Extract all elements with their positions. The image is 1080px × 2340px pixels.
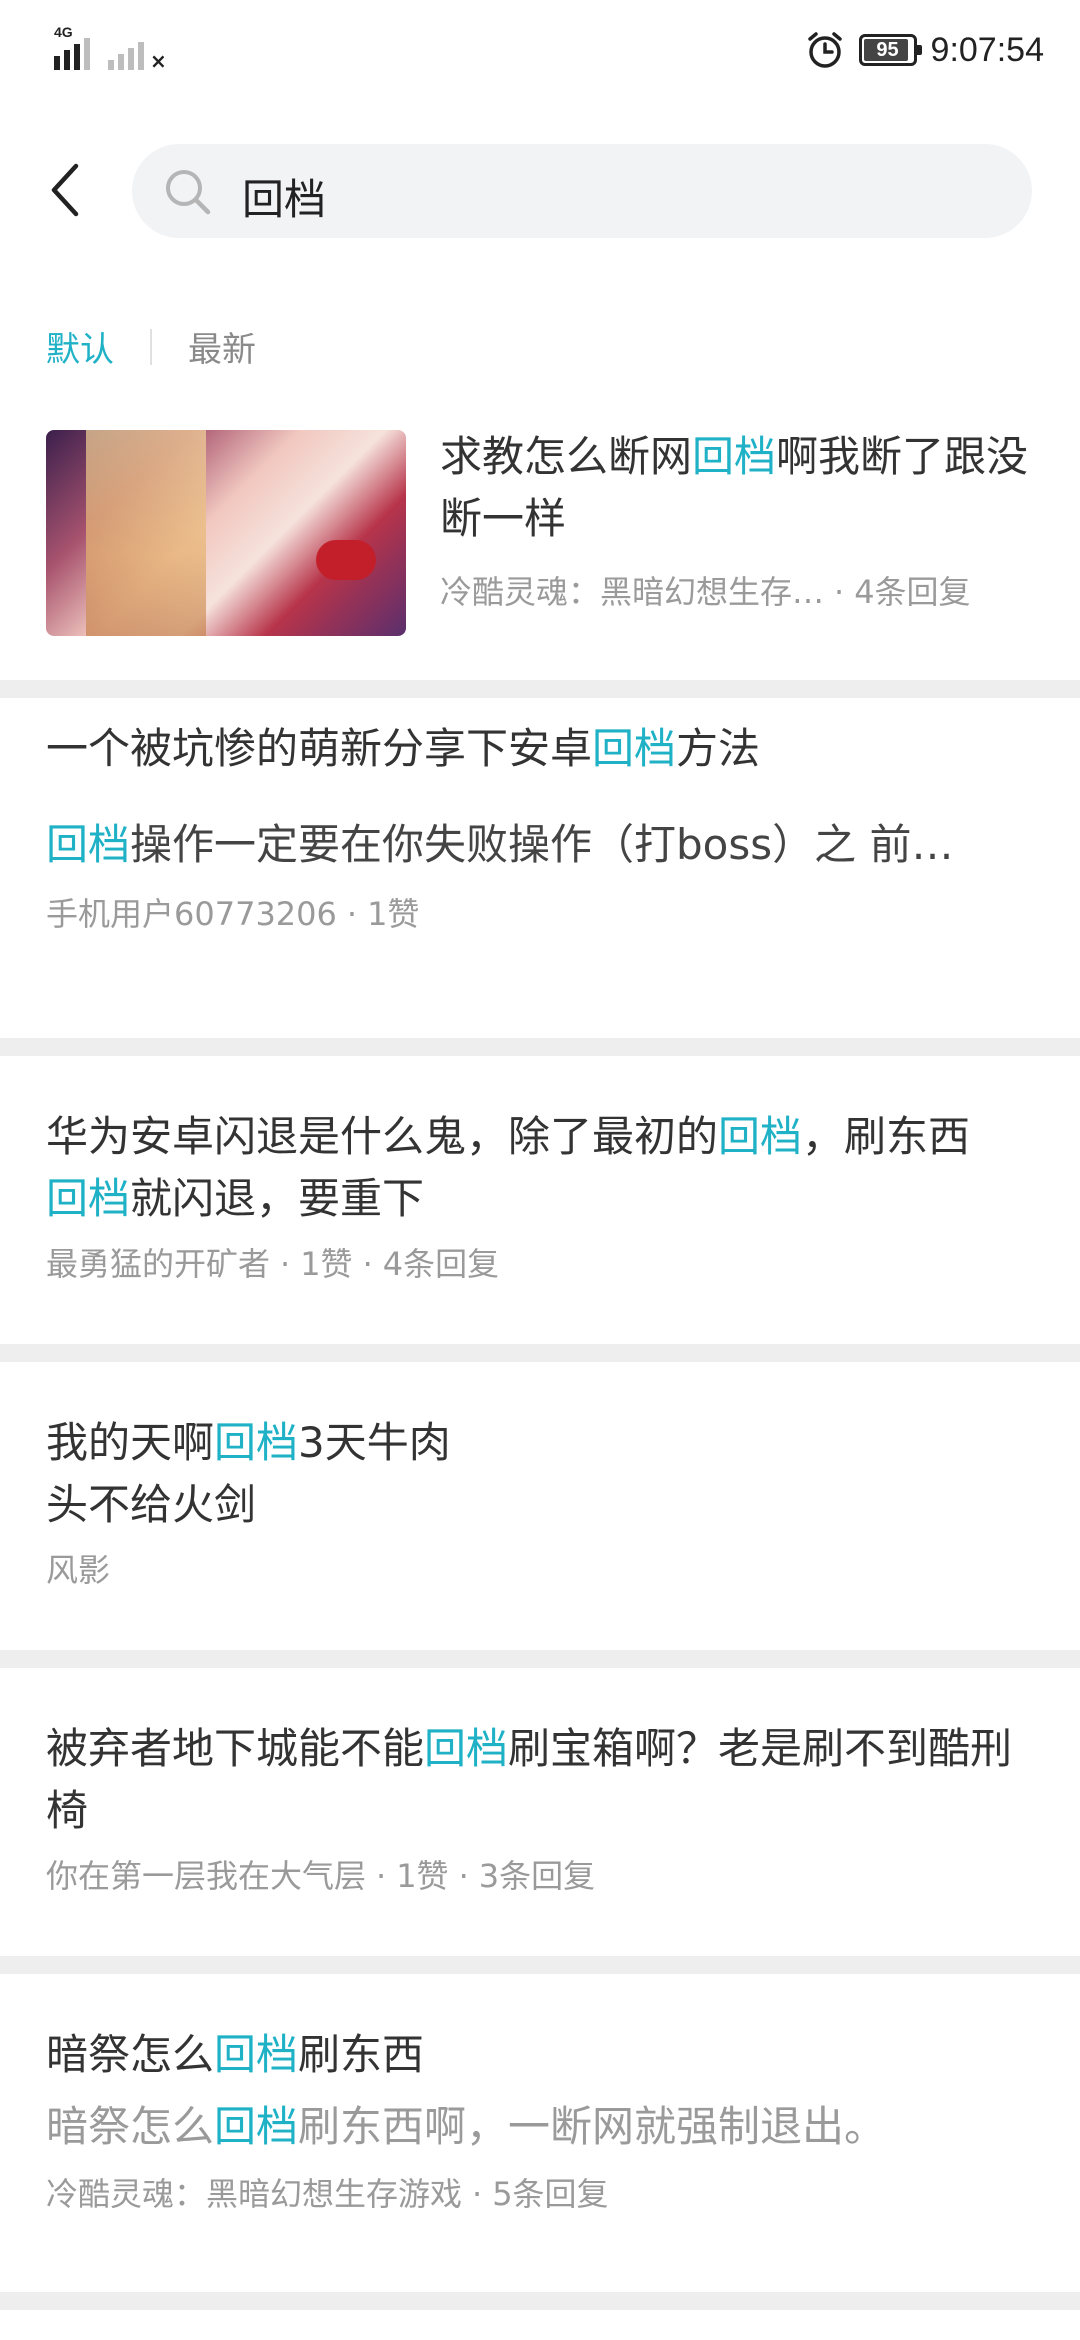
post-meta: 最勇猛的开矿者 · 1赞 · 4条回复 bbox=[46, 1245, 500, 1283]
post-thumbnail bbox=[46, 430, 406, 636]
divider bbox=[0, 680, 1080, 698]
alarm-icon bbox=[807, 32, 842, 68]
search-header: 回档 bbox=[0, 140, 1080, 240]
search-icon bbox=[166, 170, 211, 215]
clock: 9:07:54 bbox=[930, 30, 1044, 69]
post-meta: 风影 bbox=[46, 1551, 111, 1589]
back-button[interactable] bbox=[40, 158, 96, 222]
back-arrow-icon bbox=[51, 163, 79, 217]
post-meta: 冷酷灵魂：黑暗幻想生存… · 4条回复 bbox=[440, 573, 971, 611]
post-title: 暗祭怎么回档刷东西 bbox=[46, 2030, 425, 2079]
list-item[interactable]: 华为安卓闪退是什么鬼，除了最初的回档，刷东西 回档就闪退，要重下 最勇猛的开矿者 ·… bbox=[0, 1056, 1080, 1344]
list-item[interactable]: 一个被坑惨的萌新分享下安卓回档方法 回档操作一定要在你失败操作（打boss）之 … bbox=[0, 698, 1080, 1038]
post-title: 求教怎么断网回档啊我断了跟没断一样 bbox=[440, 432, 1029, 543]
divider bbox=[0, 1344, 1080, 1362]
post-meta: 冷酷灵魂：黑暗幻想生存游戏 · 5条回复 bbox=[46, 2175, 609, 2213]
post-meta: 你在第一层我在大气层 · 1赞 · 3条回复 bbox=[46, 1857, 596, 1895]
divider bbox=[0, 2292, 1080, 2310]
divider bbox=[0, 1956, 1080, 1974]
divider bbox=[0, 1650, 1080, 1668]
divider bbox=[0, 1038, 1080, 1056]
result-list: 求教怎么断网回档啊我断了跟没断一样 冷酷灵魂：黑暗幻想生存… · 4条回复 一个被坑… bbox=[0, 426, 1080, 2310]
list-item[interactable]: 暗祭怎么回档刷东西 暗祭怎么回档刷东西啊，一断网就强制退出。 冷酷灵魂：黑暗幻想… bbox=[0, 1974, 1080, 2292]
battery-icon: 95 bbox=[858, 34, 922, 66]
search-query: 回档 bbox=[242, 175, 327, 224]
list-item[interactable]: 我的天啊回档3天牛肉 头不给火剑 风影 bbox=[0, 1362, 1080, 1650]
status-bar: 4G × 95 9:07:54 bbox=[0, 0, 1080, 110]
signal-4g-icon: 4G bbox=[54, 24, 90, 70]
tab-default[interactable]: 默认 bbox=[46, 322, 114, 371]
post-meta: 手机用户60773206 · 1赞 bbox=[46, 895, 420, 933]
list-item[interactable]: 被弃者地下城能不能回档刷宝箱啊？老是刷不到酷刑椅 你在第一层我在大气层 · 1赞 · 3… bbox=[0, 1668, 1080, 1956]
tab-latest[interactable]: 最新 bbox=[188, 322, 256, 371]
post-title: 我的天啊回档3天牛肉 头不给火剑 bbox=[46, 1418, 451, 1529]
search-input[interactable]: 回档 bbox=[132, 144, 1032, 238]
post-excerpt: 回档操作一定要在你失败操作（打boss）之 前… bbox=[46, 820, 954, 869]
sort-tabs: 默认 最新 bbox=[46, 322, 256, 371]
post-title: 被弃者地下城能不能回档刷宝箱啊？老是刷不到酷刑椅 bbox=[46, 1724, 1013, 1835]
post-title: 一个被坑惨的萌新分享下安卓回档方法 bbox=[46, 724, 761, 773]
tab-divider bbox=[150, 328, 152, 365]
post-title: 华为安卓闪退是什么鬼，除了最初的回档，刷东西 回档就闪退，要重下 bbox=[46, 1112, 971, 1223]
list-item[interactable]: 求教怎么断网回档啊我断了跟没断一样 冷酷灵魂：黑暗幻想生存… · 4条回复 bbox=[0, 426, 1080, 680]
signal-no-service-icon: × bbox=[108, 30, 167, 71]
post-excerpt: 暗祭怎么回档刷东西啊，一断网就强制退出。 bbox=[46, 2102, 887, 2151]
